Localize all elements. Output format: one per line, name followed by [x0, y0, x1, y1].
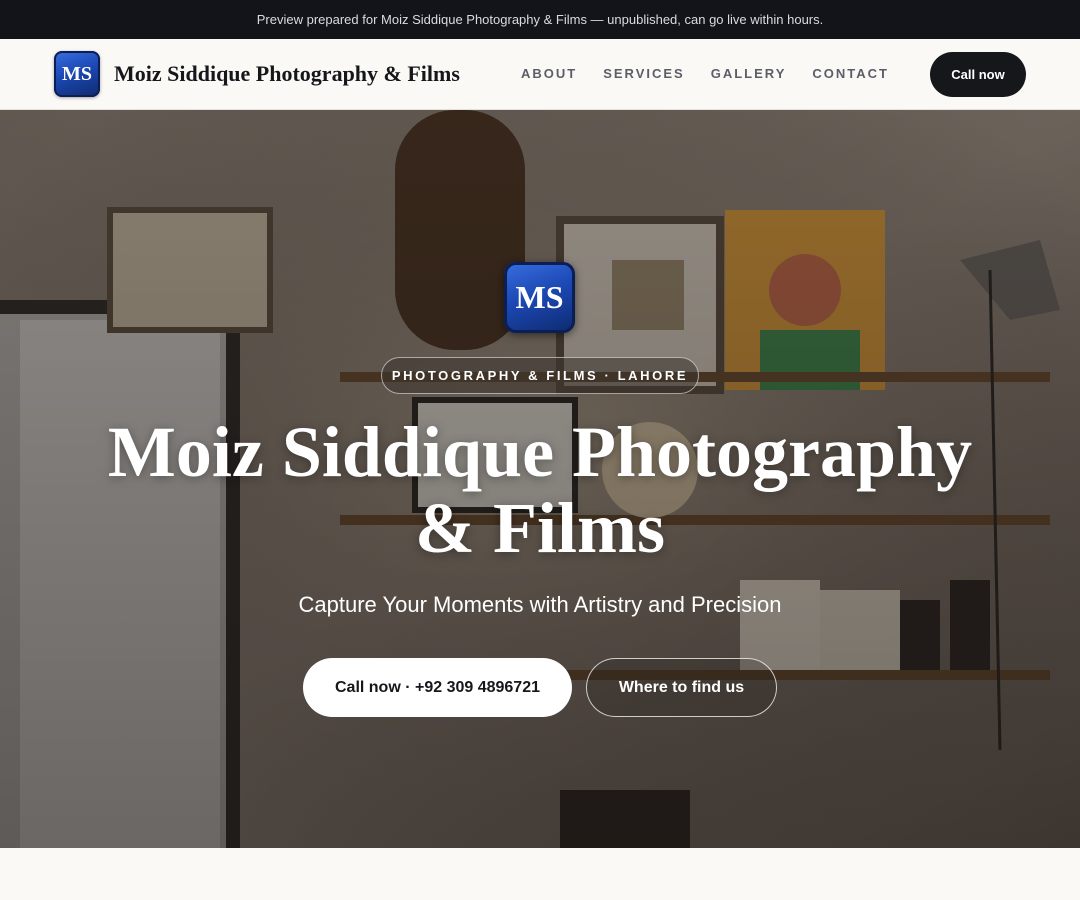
site-header: MS Moiz Siddique Photography & Films ABO… — [0, 39, 1080, 110]
brand-name[interactable]: Moiz Siddique Photography & Films — [114, 61, 460, 87]
hero-title: Moiz Siddique Photography & Films — [107, 412, 973, 568]
hero-location-button[interactable]: Where to find us — [586, 658, 777, 717]
preview-banner-text: Preview prepared for Moiz Siddique Photo… — [256, 12, 824, 27]
brand-logo[interactable]: MS — [54, 51, 100, 97]
hero-logo: MS — [504, 262, 575, 333]
hero-tagline: Capture Your Moments with Artistry and P… — [298, 592, 782, 617]
nav-link-contact[interactable]: CONTACT — [812, 66, 889, 81]
preview-banner: Preview prepared for Moiz Siddique Photo… — [0, 0, 1080, 39]
next-section — [0, 848, 1080, 900]
main-nav: ABOUT SERVICES GALLERY CONTACT — [521, 66, 915, 81]
nav-link-about[interactable]: ABOUT — [521, 66, 577, 81]
hero-eyebrow-badge: PHOTOGRAPHY & FILMS · LAHORE — [381, 357, 699, 394]
nav-link-gallery[interactable]: GALLERY — [711, 66, 787, 81]
brand-logo-initials: MS — [62, 62, 92, 85]
header-call-button[interactable]: Call now — [930, 52, 1026, 97]
hero-call-button[interactable]: Call now · +92 309 4896721 — [303, 658, 572, 717]
hero-section: MS PHOTOGRAPHY & FILMS · LAHORE Moiz Sid… — [0, 110, 1080, 848]
nav-link-services[interactable]: SERVICES — [603, 66, 685, 81]
hero-logo-initials: MS — [515, 279, 564, 315]
